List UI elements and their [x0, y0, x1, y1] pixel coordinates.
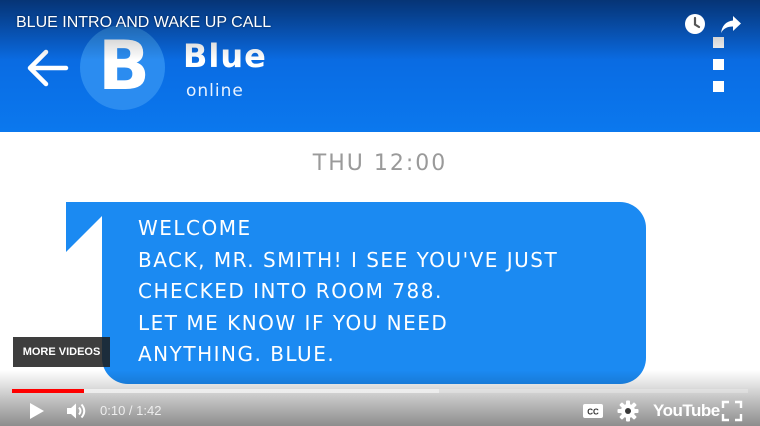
progress-bar[interactable]	[12, 389, 748, 393]
youtube-logo[interactable]: YouTube	[653, 400, 720, 422]
message-line: WELCOME	[138, 216, 252, 240]
message-text: WELCOME BACK, MR. SMITH! I SEE YOU'VE JU…	[138, 213, 638, 371]
message-line: ANYTHING. BLUE.	[138, 342, 336, 366]
video-player[interactable]: B Blue online THU 12:00 WELCOME BACK, MR…	[0, 0, 760, 426]
volume-icon[interactable]	[64, 399, 88, 423]
video-title-link[interactable]: BLUE INTRO AND WAKE UP CALL	[16, 13, 271, 33]
message-line: CHECKED INTO ROOM 788.	[138, 279, 443, 303]
time-display: 0:10 / 1:42	[100, 403, 162, 418]
settings-icon[interactable]	[616, 399, 640, 423]
contact-status: online	[186, 81, 244, 101]
message-line: BACK, MR. SMITH! I SEE YOU'VE JUST	[138, 247, 559, 272]
watch-later-icon[interactable]	[684, 13, 706, 35]
message-line: LET ME KNOW IF YOU NEED	[138, 310, 449, 335]
captions-icon[interactable]: CC	[581, 399, 605, 423]
share-icon[interactable]	[720, 13, 742, 35]
svg-text:CC: CC	[587, 408, 599, 417]
fullscreen-icon[interactable]	[720, 399, 744, 423]
progress-played	[12, 389, 85, 393]
play-icon[interactable]	[24, 399, 48, 423]
more-videos-button[interactable]: MORE VIDEOS	[13, 337, 110, 367]
message-timestamp: THU 12:00	[312, 151, 448, 176]
